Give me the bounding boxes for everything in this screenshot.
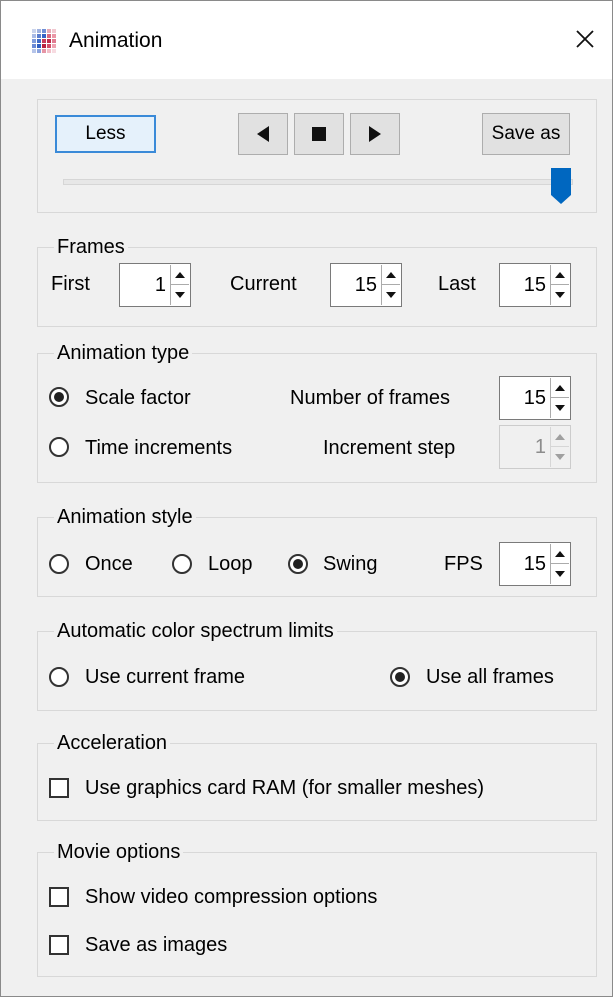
first-frame-value: 1 bbox=[154, 274, 166, 296]
spin-up-icon bbox=[555, 433, 565, 440]
increment-step-value: 1 bbox=[534, 436, 546, 458]
triangle-left-icon bbox=[257, 126, 269, 142]
spin-down-icon bbox=[175, 292, 185, 298]
video-compression-checkbox[interactable] bbox=[49, 887, 69, 907]
save-as-images-checkbox[interactable] bbox=[49, 935, 69, 955]
next-frame-button[interactable] bbox=[350, 113, 400, 155]
first-frame-down-button[interactable] bbox=[171, 285, 189, 305]
animation-dialog: Animation Less Save as Frames First 1 Cu… bbox=[0, 0, 613, 997]
last-frame-down-button[interactable] bbox=[551, 285, 569, 305]
color-spectrum-limits-legend: Automatic color spectrum limits bbox=[54, 618, 337, 644]
time-increments-radio[interactable] bbox=[49, 437, 69, 457]
increment-step-up-button bbox=[551, 427, 569, 447]
current-frame-up-button[interactable] bbox=[382, 265, 400, 285]
number-of-frames-label: Number of frames bbox=[290, 387, 451, 409]
window-title: Animation bbox=[69, 29, 163, 52]
frames-legend: Frames bbox=[54, 234, 128, 260]
frame-slider-thumb[interactable] bbox=[550, 167, 572, 205]
current-label: Current bbox=[230, 273, 297, 295]
first-label: First bbox=[51, 273, 90, 295]
save-as-images-label[interactable]: Save as images bbox=[85, 932, 227, 958]
frame-slider-track[interactable] bbox=[63, 179, 573, 185]
save-as-button[interactable]: Save as bbox=[482, 113, 570, 155]
fps-value: 15 bbox=[523, 553, 546, 575]
gpu-ram-label[interactable]: Use graphics card RAM (for smaller meshe… bbox=[85, 775, 484, 801]
spin-up-icon bbox=[555, 384, 565, 391]
spin-up-icon bbox=[175, 271, 185, 278]
spin-down-icon bbox=[555, 405, 565, 411]
spin-down-icon bbox=[555, 454, 565, 460]
time-increments-label[interactable]: Time increments bbox=[85, 435, 232, 461]
animation-grid-icon bbox=[32, 29, 56, 53]
close-icon bbox=[576, 30, 594, 48]
once-label[interactable]: Once bbox=[85, 551, 133, 577]
last-frame-up-button[interactable] bbox=[551, 265, 569, 285]
use-current-frame-radio[interactable] bbox=[49, 667, 69, 687]
triangle-right-icon bbox=[369, 126, 381, 142]
scale-factor-label[interactable]: Scale factor bbox=[85, 385, 191, 411]
use-all-frames-label[interactable]: Use all frames bbox=[426, 664, 554, 690]
once-radio[interactable] bbox=[49, 554, 69, 574]
animation-style-legend: Animation style bbox=[54, 504, 196, 530]
swing-radio[interactable] bbox=[288, 554, 308, 574]
title-bar[interactable]: Animation bbox=[1, 1, 612, 79]
use-current-frame-label[interactable]: Use current frame bbox=[85, 664, 245, 690]
spin-up-icon bbox=[555, 550, 565, 557]
first-frame-up-button[interactable] bbox=[171, 265, 189, 285]
last-label: Last bbox=[438, 273, 476, 295]
increment-step-spinner: 1 bbox=[499, 425, 571, 469]
number-of-frames-spinner[interactable]: 15 bbox=[499, 376, 571, 420]
spin-down-icon bbox=[555, 292, 565, 298]
fps-spinner[interactable]: 15 bbox=[499, 542, 571, 586]
acceleration-legend: Acceleration bbox=[54, 730, 171, 756]
current-frame-down-button[interactable] bbox=[382, 285, 400, 305]
swing-label[interactable]: Swing bbox=[323, 551, 377, 577]
fps-label: FPS bbox=[444, 553, 483, 575]
loop-radio[interactable] bbox=[172, 554, 192, 574]
close-button[interactable] bbox=[563, 19, 607, 59]
less-button[interactable]: Less bbox=[55, 115, 156, 153]
current-frame-value: 15 bbox=[354, 274, 377, 296]
number-of-frames-down-button[interactable] bbox=[551, 398, 569, 418]
fps-up-button[interactable] bbox=[551, 544, 569, 564]
number-of-frames-value: 15 bbox=[523, 387, 546, 409]
spin-down-icon bbox=[555, 571, 565, 577]
previous-frame-button[interactable] bbox=[238, 113, 288, 155]
video-compression-label[interactable]: Show video compression options bbox=[85, 884, 377, 910]
animation-type-legend: Animation type bbox=[54, 340, 193, 366]
last-frame-spinner[interactable]: 15 bbox=[499, 263, 571, 307]
loop-label[interactable]: Loop bbox=[208, 551, 253, 577]
gpu-ram-checkbox[interactable] bbox=[49, 778, 69, 798]
use-all-frames-radio[interactable] bbox=[390, 667, 410, 687]
increment-step-label: Increment step bbox=[323, 437, 456, 459]
spin-up-icon bbox=[386, 271, 396, 278]
spin-up-icon bbox=[555, 271, 565, 278]
first-frame-spinner[interactable]: 1 bbox=[119, 263, 191, 307]
last-frame-value: 15 bbox=[523, 274, 546, 296]
current-frame-spinner[interactable]: 15 bbox=[330, 263, 402, 307]
movie-options-group: Movie options bbox=[37, 839, 597, 977]
scale-factor-radio[interactable] bbox=[49, 387, 69, 407]
spin-down-icon bbox=[386, 292, 396, 298]
increment-step-down-button bbox=[551, 447, 569, 467]
stop-button[interactable] bbox=[294, 113, 344, 155]
movie-options-legend: Movie options bbox=[54, 839, 184, 865]
fps-down-button[interactable] bbox=[551, 564, 569, 584]
square-stop-icon bbox=[312, 127, 326, 141]
number-of-frames-up-button[interactable] bbox=[551, 378, 569, 398]
